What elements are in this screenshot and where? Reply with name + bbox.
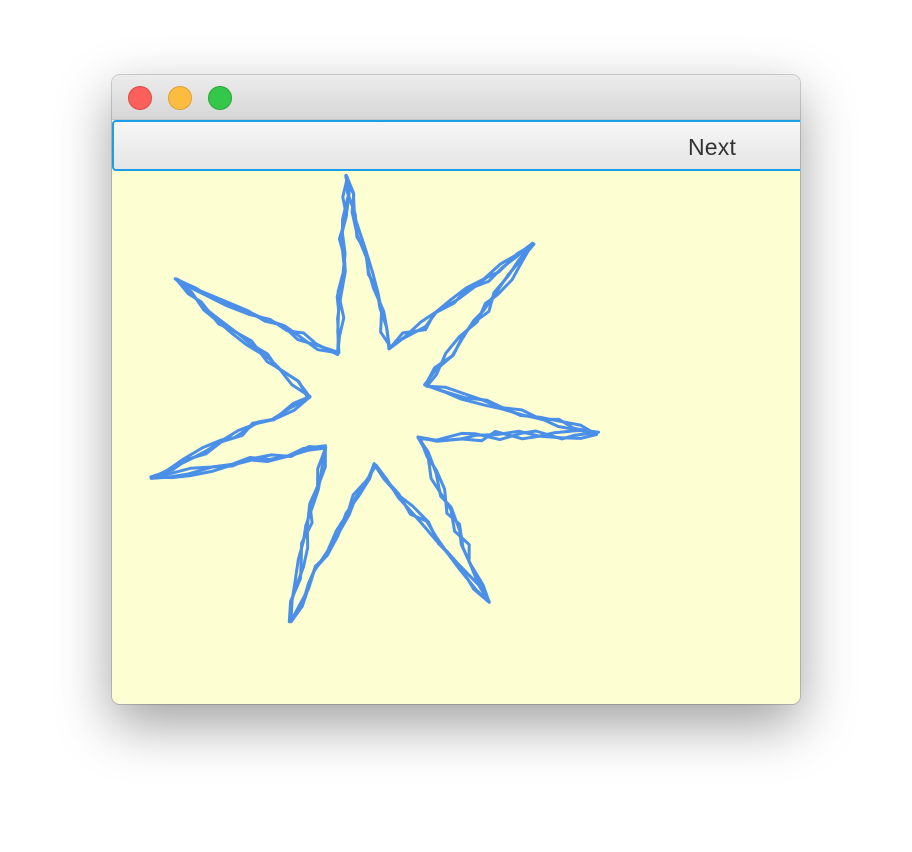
next-button[interactable]: Next <box>112 120 800 171</box>
zoom-button[interactable] <box>208 86 232 110</box>
app-window: Next <box>112 75 800 704</box>
star-drawing <box>149 173 601 624</box>
drawing-canvas[interactable] <box>112 171 800 704</box>
title-bar[interactable] <box>112 75 800 120</box>
minimize-button[interactable] <box>168 86 192 110</box>
star-stroke <box>149 174 599 624</box>
star-stroke <box>149 174 598 623</box>
next-button-label: Next <box>688 134 737 160</box>
close-button[interactable] <box>128 86 152 110</box>
